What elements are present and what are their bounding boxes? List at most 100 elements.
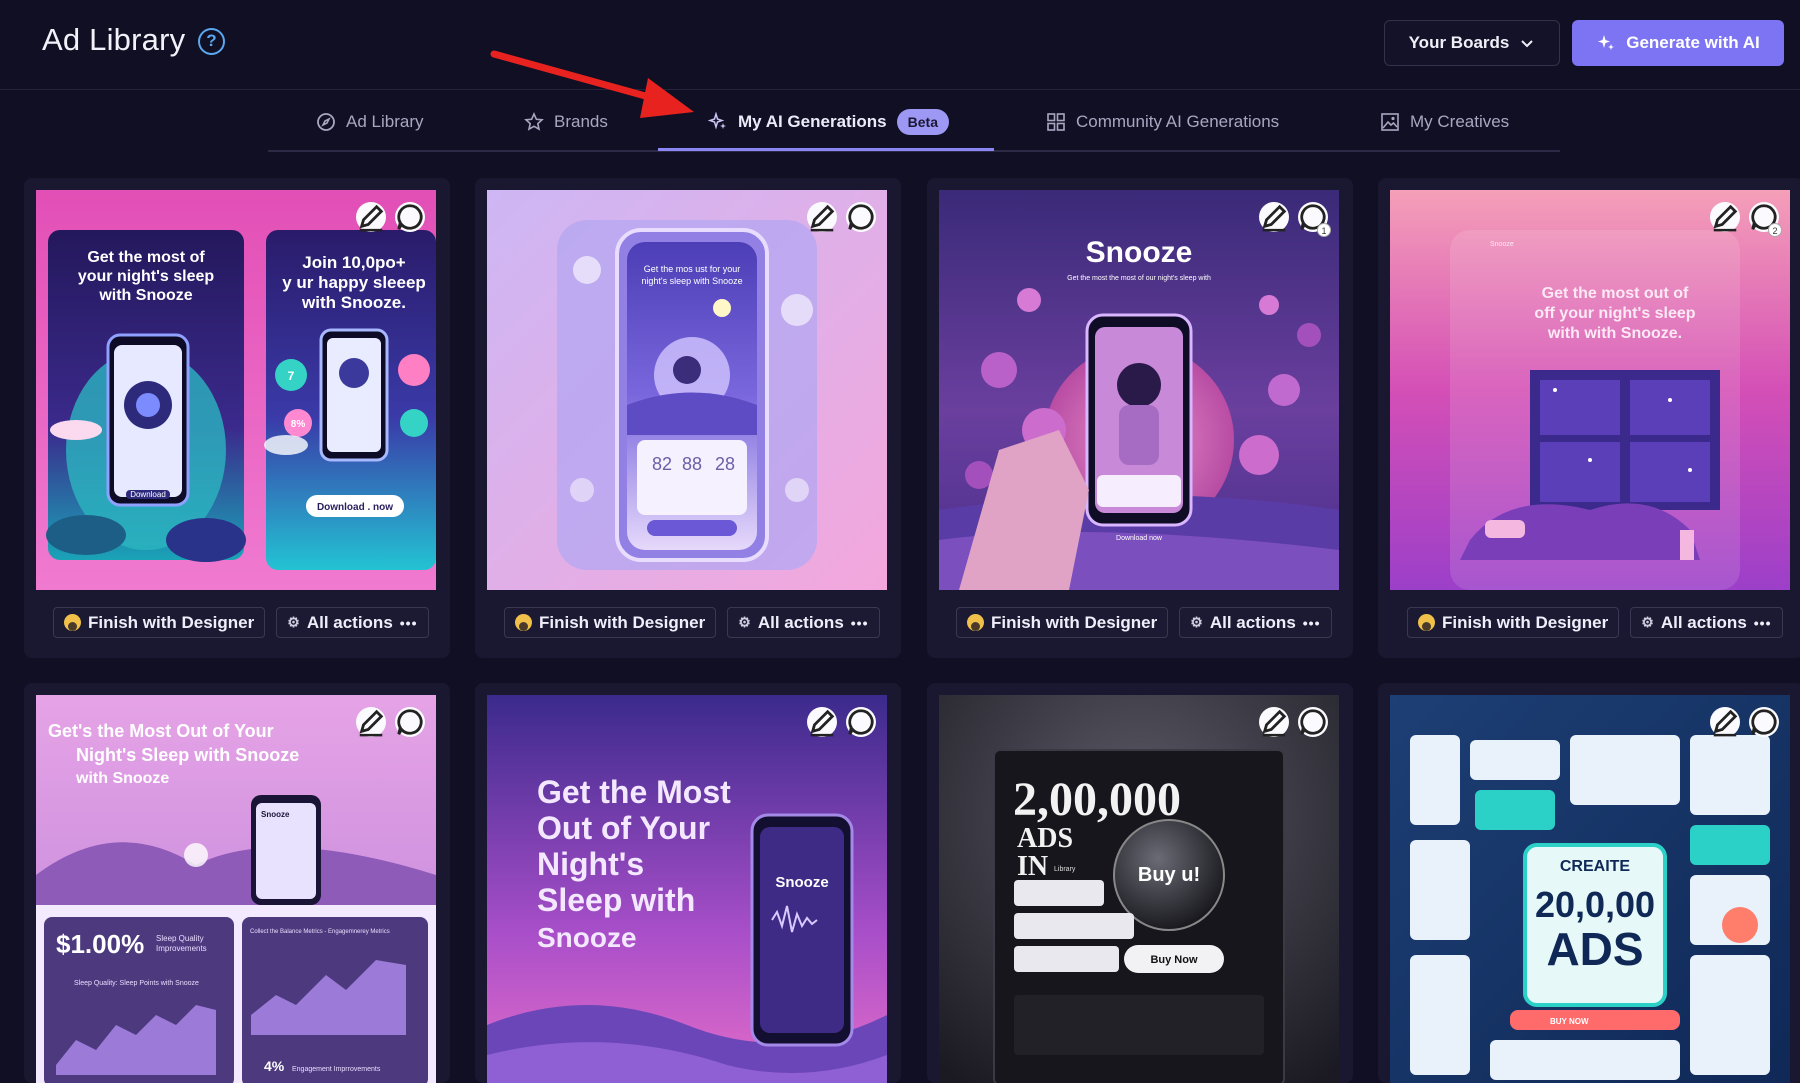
ad-text: Snooze bbox=[537, 922, 637, 953]
generated-ad-image[interactable]: Get the most of your night's sleep with … bbox=[36, 190, 436, 590]
all-actions-button[interactable]: ⚙ All actions ••• bbox=[727, 607, 880, 638]
ad-text: with with Snooze. bbox=[1547, 325, 1682, 342]
card-actions: Finish with Designer ⚙ All actions ••• bbox=[956, 607, 1332, 638]
generated-ad-image[interactable]: Get the Most Out of Your Night's Sleep w… bbox=[487, 695, 887, 1083]
ad-text: Get the most out of bbox=[1542, 285, 1689, 302]
chevron-down-icon bbox=[1521, 40, 1534, 48]
tab-my-ai-generations[interactable]: My AI Generations Beta bbox=[708, 92, 949, 152]
comment-count-badge: 1 bbox=[1317, 223, 1331, 237]
gear-icon: ⚙ bbox=[738, 614, 751, 630]
finish-label: Finish with Designer bbox=[539, 612, 706, 632]
finish-label: Finish with Designer bbox=[1442, 612, 1609, 632]
comment-icon[interactable]: 2 bbox=[1749, 202, 1782, 237]
generation-card[interactable]: Get the most out of off your night's sle… bbox=[1378, 178, 1800, 658]
generated-ad-image[interactable]: Get the most out of off your night's sle… bbox=[1390, 190, 1790, 590]
more-icon: ••• bbox=[1302, 614, 1321, 631]
tab-community-ai-generations[interactable]: Community AI Generations bbox=[1046, 92, 1279, 152]
generation-card[interactable]: Get's the Most Out of Your Night's Sleep… bbox=[24, 683, 450, 1083]
generated-ad-image[interactable]: Get the mos ust for your night's sleep w… bbox=[487, 190, 887, 590]
gear-icon: ⚙ bbox=[287, 614, 300, 630]
tab-label: Community AI Generations bbox=[1076, 112, 1280, 131]
generate-with-ai-button[interactable]: Generate with AI bbox=[1572, 20, 1784, 66]
ad-text: Download now bbox=[1116, 535, 1163, 542]
ad-text: Get the most of bbox=[87, 249, 205, 266]
finish-label: Finish with Designer bbox=[88, 612, 255, 632]
ad-text: off your night's sleep bbox=[1534, 305, 1695, 322]
edit-icon[interactable] bbox=[1259, 202, 1289, 232]
all-actions-button[interactable]: ⚙ All actions ••• bbox=[1179, 607, 1332, 638]
comment-icon[interactable] bbox=[1298, 707, 1328, 737]
comment-icon[interactable] bbox=[395, 707, 425, 737]
card-actions: Finish with Designer ⚙ All actions ••• bbox=[1407, 607, 1783, 638]
image-icon bbox=[1381, 113, 1399, 131]
edit-icon[interactable] bbox=[1710, 707, 1740, 737]
generated-ad-image[interactable]: CREAITE 20,0,00 ADS BUY NOW bbox=[1390, 695, 1790, 1083]
finish-with-designer-button[interactable]: Finish with Designer bbox=[53, 607, 266, 638]
ad-text: Get the Most bbox=[537, 774, 731, 810]
edit-icon[interactable] bbox=[356, 707, 386, 737]
annotation-arrow-icon bbox=[490, 50, 694, 118]
sparkle-icon bbox=[1598, 35, 1615, 50]
ad-text: ADS bbox=[1546, 923, 1643, 975]
gear-icon: ⚙ bbox=[1641, 614, 1654, 630]
comment-icon[interactable]: 1 bbox=[1298, 202, 1331, 237]
tab-ad-library[interactable]: Ad Library bbox=[316, 92, 423, 152]
all-actions-button[interactable]: ⚙ All actions ••• bbox=[276, 607, 429, 638]
active-tab-indicator bbox=[658, 148, 994, 151]
edit-icon[interactable] bbox=[356, 202, 386, 232]
generated-ad-image[interactable]: Snooze Get the most the most of our nigh… bbox=[939, 190, 1339, 590]
ad-text: 7 bbox=[288, 369, 295, 383]
generated-ad-image[interactable]: 2,00,000 ADS IN Library Buy u! Buy Now bbox=[939, 695, 1339, 1083]
all-actions-button[interactable]: ⚙ All actions ••• bbox=[1630, 607, 1783, 638]
comment-count-badge: 2 bbox=[1768, 223, 1782, 237]
generation-card[interactable]: Get the Most Out of Your Night's Sleep w… bbox=[475, 683, 901, 1083]
finish-with-designer-button[interactable]: Finish with Designer bbox=[504, 607, 717, 638]
edit-icon[interactable] bbox=[807, 202, 837, 232]
more-icon: ••• bbox=[1753, 614, 1772, 631]
ad-text: Get the mos ust for your bbox=[644, 264, 741, 274]
generation-card[interactable]: Get the mos ust for your night's sleep w… bbox=[475, 178, 901, 658]
tab-label: My AI Generations bbox=[738, 112, 887, 131]
comment-icon[interactable] bbox=[846, 707, 876, 737]
ad-text: Sleep Quality bbox=[156, 934, 204, 943]
ad-text: with Snooze. bbox=[301, 293, 406, 312]
ad-text: Download . now bbox=[317, 502, 393, 513]
comment-icon[interactable] bbox=[395, 202, 425, 232]
ad-text: 82 bbox=[652, 454, 672, 474]
designer-avatar-icon bbox=[64, 614, 81, 631]
compass-icon bbox=[317, 113, 335, 131]
ad-text: IN bbox=[1017, 851, 1048, 882]
tab-my-creatives[interactable]: My Creatives bbox=[1380, 92, 1509, 152]
your-boards-dropdown[interactable]: Your Boards bbox=[1384, 20, 1560, 66]
gear-icon: ⚙ bbox=[1190, 614, 1203, 630]
generation-card[interactable]: Snooze Get the most the most of our nigh… bbox=[927, 178, 1353, 658]
your-boards-label: Your Boards bbox=[1408, 33, 1510, 52]
comment-icon[interactable] bbox=[1749, 707, 1779, 737]
finish-with-designer-button[interactable]: Finish with Designer bbox=[956, 607, 1169, 638]
ad-text: Buy Now bbox=[1150, 954, 1198, 966]
ad-text: Sleep with bbox=[537, 882, 695, 918]
tab-bar: Ad Library Brands My AI Generations Beta… bbox=[268, 92, 1560, 152]
comment-icon[interactable] bbox=[846, 202, 876, 232]
ad-text: Out of Your bbox=[537, 810, 710, 846]
sparkle-icon bbox=[708, 112, 726, 130]
tab-label: Ad Library bbox=[346, 112, 424, 131]
edit-icon[interactable] bbox=[1710, 202, 1740, 232]
edit-icon[interactable] bbox=[807, 707, 837, 737]
designer-avatar-icon bbox=[1418, 614, 1435, 631]
ad-text: Engagement Imprrovements bbox=[292, 1066, 381, 1073]
ad-text: Snooze bbox=[1490, 241, 1514, 248]
all-actions-label: All actions bbox=[757, 612, 844, 632]
finish-with-designer-button[interactable]: Finish with Designer bbox=[1407, 607, 1620, 638]
generated-ad-image[interactable]: Get's the Most Out of Your Night's Sleep… bbox=[36, 695, 436, 1083]
generation-card[interactable]: 2,00,000 ADS IN Library Buy u! Buy Now bbox=[927, 683, 1353, 1083]
help-icon[interactable]: ? bbox=[198, 28, 225, 55]
edit-icon[interactable] bbox=[1259, 707, 1289, 737]
ad-text: ADS bbox=[1017, 823, 1073, 854]
page-title: Ad Library bbox=[42, 22, 186, 57]
ad-text: 28 bbox=[715, 454, 735, 474]
generation-card[interactable]: CREAITE 20,0,00 ADS BUY NOW bbox=[1378, 683, 1800, 1083]
designer-avatar-icon bbox=[515, 614, 532, 631]
generation-card[interactable]: Get the most of your night's sleep with … bbox=[24, 178, 450, 658]
ad-text: your night's sleep bbox=[78, 268, 215, 285]
